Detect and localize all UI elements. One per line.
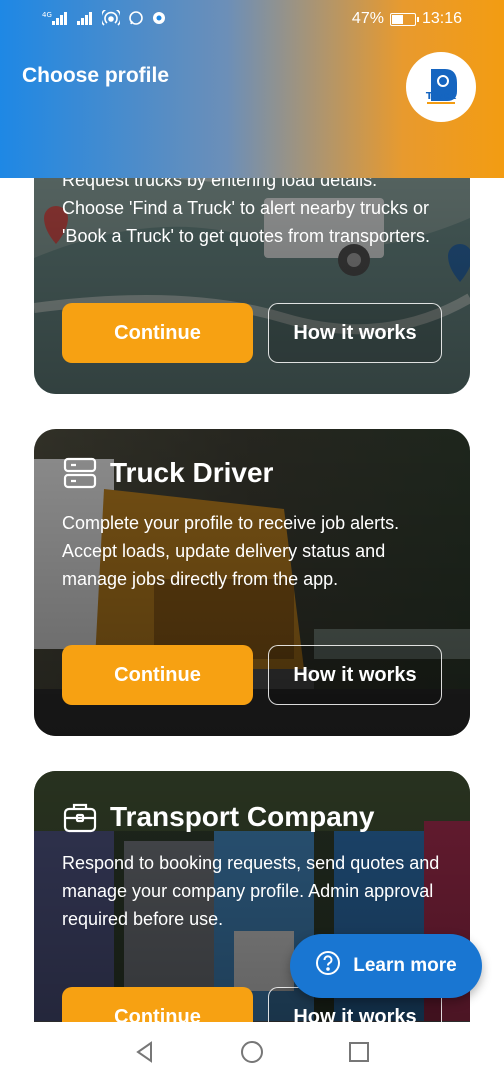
truck-logo-icon[interactable]: Truck — [406, 52, 476, 122]
battery-fill — [391, 14, 404, 24]
status-right: 47% 13:16 — [352, 10, 462, 28]
app-header: 4G 47% 13:16 Choose profile Truck — [0, 0, 504, 178]
logo-text: Truck — [426, 91, 457, 102]
help-circle-icon — [315, 950, 341, 982]
card-description: Respond to booking requests, send quotes… — [62, 853, 440, 929]
card-description: Request trucks by entering load details.… — [62, 170, 431, 246]
briefcase-icon — [62, 799, 98, 835]
back-triangle-icon[interactable] — [131, 1038, 159, 1066]
card-title: Truck Driver — [62, 455, 273, 491]
truck-driver-card: Truck Driver Complete your profile to re… — [34, 429, 470, 736]
continue-button[interactable]: Continue — [62, 303, 253, 363]
card-title-text: Transport Company — [110, 801, 375, 832]
whatsapp-icon — [128, 10, 144, 30]
home-circle-icon[interactable] — [238, 1038, 266, 1066]
signal-icon-2 — [76, 10, 94, 30]
signal-icon: 4G — [42, 10, 68, 30]
card-title-text: Truck Driver — [110, 457, 274, 488]
continue-button[interactable]: Continue — [62, 645, 253, 705]
status-left: 4G — [42, 7, 166, 30]
battery-icon — [389, 12, 419, 26]
battery-percent: 47% — [351, 10, 384, 27]
status-bar: 4G 47% 13:16 — [0, 0, 504, 38]
continue-button[interactable]: Continue — [62, 987, 253, 1022]
card-title: Transport Company — [62, 799, 374, 835]
app-notification-icon — [152, 11, 166, 29]
page-title: Choose profile — [22, 64, 170, 87]
learn-more-button[interactable]: Learn more — [290, 934, 482, 998]
system-nav-bar — [0, 1022, 504, 1080]
how-it-works-button[interactable]: How it works — [268, 303, 442, 363]
network-type-text: 4G — [42, 11, 52, 19]
learn-more-label: Learn more — [353, 955, 457, 976]
how-it-works-button[interactable]: How it works — [268, 645, 442, 705]
recent-square-icon[interactable] — [345, 1038, 373, 1066]
id-card-icon — [62, 455, 98, 491]
card-description: Complete your profile to receive job ale… — [62, 513, 400, 589]
clock: 13:16 — [421, 10, 462, 27]
hotspot-icon — [100, 7, 122, 30]
